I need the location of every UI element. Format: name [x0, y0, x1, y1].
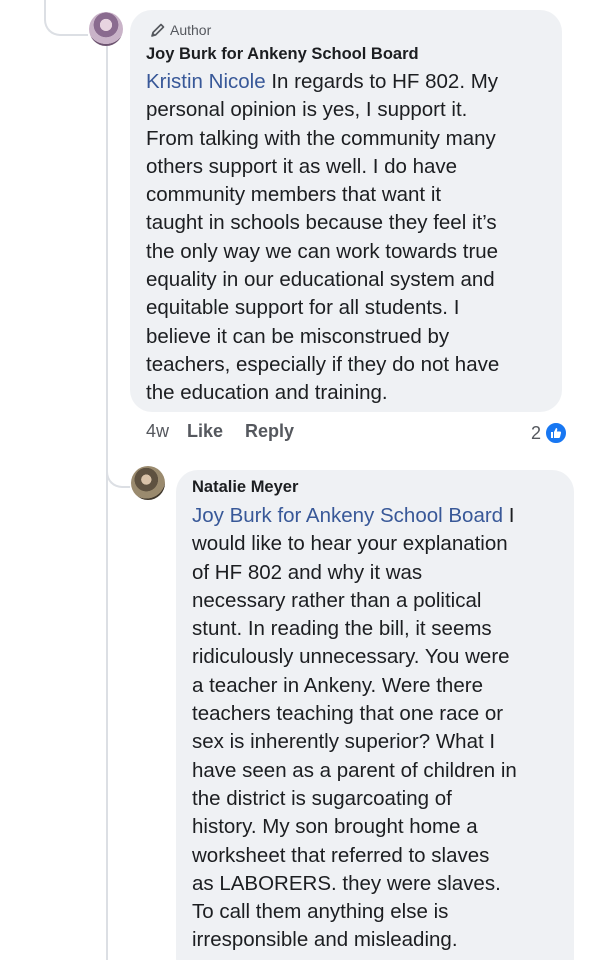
comment-line: From talking with the community many [146, 126, 496, 150]
comment-timestamp[interactable]: 4w [146, 421, 169, 442]
comment-line: worksheet that referred to slaves [192, 843, 490, 867]
comment-line: teachers teaching that one race or [192, 702, 504, 726]
comment-line: personal opinion is yes, I support it. [146, 98, 468, 122]
comment-line: the district is sugarcoating of [192, 786, 452, 810]
mention-link[interactable]: Joy Burk for Ankeny School Board [192, 504, 503, 527]
comment-line: others support it as well. I do have [146, 154, 458, 178]
comment-line: a teacher in Ankeny. Were there [192, 673, 483, 697]
comment-line: necessary rather than a political [192, 588, 482, 612]
comment-line: of HF 802 and why it was [192, 560, 423, 584]
mention-link[interactable]: Kristin Nicole [146, 70, 266, 93]
reaction-count: 2 [531, 422, 542, 443]
comment-line: sex is inherently superior? What I [192, 730, 496, 754]
comment-thread: Author Joy Burk for Ankeny School Board … [0, 0, 590, 960]
comment-line: irresponsible and misleading. [192, 928, 458, 952]
author-badge-label: Author [170, 22, 212, 38]
avatar[interactable] [131, 466, 165, 500]
comment-actions: 4w Like Reply [146, 421, 294, 442]
comment-line: stunt. In reading the bill, it seems [192, 617, 492, 641]
comment-line: equitable support for all students. I [146, 296, 460, 320]
comment-line: believe it can be misconstrued by [146, 324, 450, 348]
comment-text: Joy Burk for Ankeny School Board I would… [192, 502, 570, 955]
comment-line: teachers, especially if they do not have [146, 352, 500, 376]
thread-connector [44, 0, 88, 36]
avatar[interactable] [89, 12, 123, 46]
comment-line: ridiculously unnecessary. You were [192, 645, 510, 669]
comment-author-name[interactable]: Natalie Meyer [192, 478, 298, 497]
comment-line: would like to hear your explanation [192, 532, 508, 556]
comment-line: To call them anything else is [192, 900, 449, 924]
like-reaction-icon [544, 421, 569, 445]
reply-connector-hook [106, 430, 130, 488]
reply-connector [106, 46, 108, 960]
comment-line: Kristin Nicole In regards to HF 802. My [146, 70, 499, 93]
comment-line: the only way we can work towards true [146, 239, 499, 263]
comment-line: community members that want it [146, 183, 442, 207]
comment-author-name[interactable]: Joy Burk for Ankeny School Board [146, 45, 419, 64]
comment-line: as LABORERS. they were slaves. [192, 871, 501, 895]
comment-line: Joy Burk for Ankeny School Board I [192, 504, 515, 527]
comment-text: Kristin Nicole In regards to HF 802. My … [146, 68, 558, 408]
comment-line: history. My son brought home a [192, 815, 478, 839]
comment-line: equality in our educational system and [146, 268, 495, 292]
comment-line: the education and training. [146, 381, 388, 405]
pencil-icon [150, 22, 166, 38]
reply-button[interactable]: Reply [245, 421, 294, 442]
reaction-summary[interactable]: 2 [531, 421, 569, 445]
comment-line: taught in schools because they feel it’s [146, 211, 497, 235]
like-button[interactable]: Like [187, 421, 223, 442]
comment-line: have seen as a parent of children in [192, 758, 517, 782]
author-badge: Author [150, 22, 211, 38]
